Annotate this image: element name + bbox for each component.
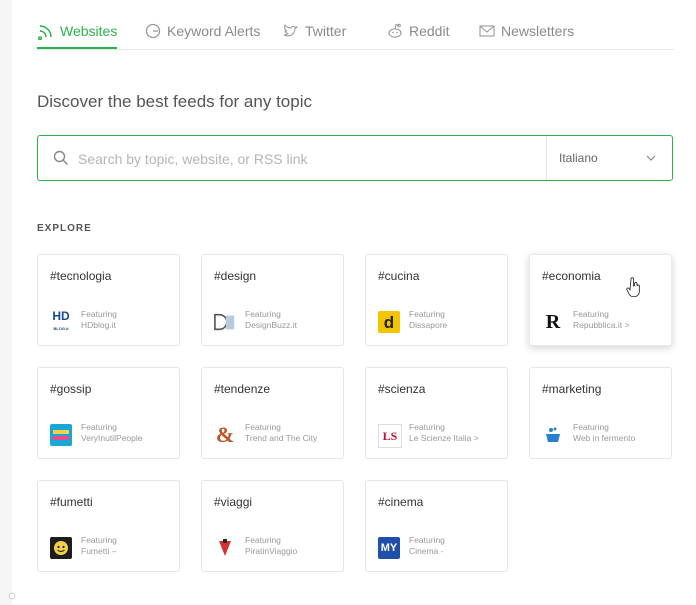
featured-site: Cinema - [409, 546, 444, 556]
mail-icon [479, 25, 495, 37]
featuring-label: Featuring [573, 309, 609, 319]
topic-card-gossip[interactable]: #gossip Featuring VeryInutilPeople [37, 367, 180, 459]
designbuzz-logo [214, 311, 236, 333]
repubblica-logo: R [545, 310, 561, 333]
featuring-label: Featuring [409, 535, 445, 545]
page-title: Discover the best feeds for any topic [37, 92, 312, 111]
topic-card-cinema[interactable]: #cinema MY Featuring Cinema - [365, 480, 508, 572]
topic-card-tecnologia[interactable]: #tecnologia HD BLOG.it Featuring HDblog.it [37, 254, 180, 346]
language-value: Italiano [559, 151, 598, 165]
dissapore-logo: d [378, 311, 400, 333]
topic-card-marketing[interactable]: #marketing Featuring Web in fermento [529, 367, 672, 459]
hdblog-logo: HD BLOG.it [52, 308, 70, 331]
featured-site: VeryInutilPeople [81, 433, 143, 443]
featuring-label: Featuring [573, 422, 609, 432]
topic-card-cucina[interactable]: #cucina d Featuring Dissapore [365, 254, 508, 346]
featured-site: Dissapore [409, 320, 448, 330]
explore-heading: EXPLORE [37, 223, 92, 234]
topic-card-scienza[interactable]: #scienza LS Featuring Le Scienze Italia > [365, 367, 508, 459]
featuring-label: Featuring [81, 535, 117, 545]
topic-tag: #tecnologia [50, 269, 112, 283]
featured-site: Le Scienze Italia > [409, 433, 479, 443]
language-select[interactable]: Italiano [546, 136, 672, 180]
featuring-label: Featuring [245, 535, 281, 545]
topic-tag: #marketing [542, 382, 602, 396]
topic-tag: #economia [542, 269, 601, 283]
topic-tag: #gossip [50, 382, 92, 396]
featuring-label: Featuring [409, 309, 445, 319]
topic-tag: #tendenze [214, 382, 271, 396]
topic-card-tendenze[interactable]: #tendenze & Featuring Trend and The City [201, 367, 344, 459]
topic-tag: #scienza [378, 382, 426, 396]
reddit-icon [388, 23, 402, 38]
search-icon [53, 150, 68, 165]
fumetti-logo [50, 537, 72, 559]
tab-label: Newsletters [501, 23, 575, 39]
topic-tag: #design [214, 269, 257, 283]
topic-tag: #cinema [378, 495, 424, 509]
tab-label: Twitter [305, 23, 347, 39]
source-tabs: Websites Keyword Alerts Twitter Reddit N… [37, 14, 674, 50]
google-icon [145, 23, 161, 39]
veryinutilpeople-logo [50, 424, 72, 446]
search-input[interactable] [76, 146, 540, 172]
topic-card-economia[interactable]: #economia R Featuring Repubblica.it > [529, 254, 672, 346]
piratinviaggio-logo [214, 537, 236, 559]
featured-site: Repubblica.it > [573, 320, 630, 330]
featuring-label: Featuring [245, 422, 281, 432]
tab-label: Keyword Alerts [167, 23, 261, 39]
tab-label: Reddit [409, 23, 450, 39]
chevron-down-icon [646, 155, 656, 161]
tab-newsletters[interactable]: Newsletters [478, 14, 574, 48]
cinema-logo: MY [378, 537, 400, 559]
feed-discovery-panel: Websites Keyword Alerts Twitter Reddit N… [12, 0, 696, 605]
tab-label: Websites [60, 23, 118, 39]
featured-site: DesignBuzz.it [245, 320, 297, 330]
featured-site: HDblog.it [81, 320, 116, 330]
featured-site: Fumetti – [81, 546, 117, 556]
topic-tag: #fumetti [50, 495, 93, 509]
topic-card-design[interactable]: #design Featuring DesignBuzz.it [201, 254, 344, 346]
tab-reddit[interactable]: Reddit [386, 14, 449, 48]
featuring-label: Featuring [409, 422, 445, 432]
hand-cursor-icon [626, 277, 640, 298]
lescienze-logo: LS [378, 424, 402, 448]
trendandthecity-logo: & [215, 422, 235, 447]
tab-websites[interactable]: Websites [37, 14, 118, 49]
topic-card-viaggi[interactable]: #viaggi Featuring PiratinViaggio [201, 480, 344, 572]
topic-tag: #cucina [378, 269, 420, 283]
featuring-label: Featuring [81, 422, 117, 432]
featuring-label: Featuring [81, 309, 117, 319]
tab-keyword-alerts[interactable]: Keyword Alerts [144, 14, 260, 48]
webinfermento-logo [542, 424, 564, 446]
featuring-label: Featuring [245, 309, 281, 319]
search-box: Italiano [37, 135, 673, 181]
rss-icon [37, 25, 52, 40]
featured-site: Web in fermento [573, 433, 636, 443]
featured-site: PiratinViaggio [245, 546, 298, 556]
twitter-icon [283, 23, 299, 37]
topic-card-fumetti[interactable]: #fumetti Featuring Fumetti – [37, 480, 180, 572]
featured-site: Trend and The City [245, 433, 318, 443]
tab-twitter[interactable]: Twitter [282, 14, 346, 48]
topic-tag: #viaggi [214, 495, 253, 509]
resize-handle-icon [8, 592, 16, 600]
